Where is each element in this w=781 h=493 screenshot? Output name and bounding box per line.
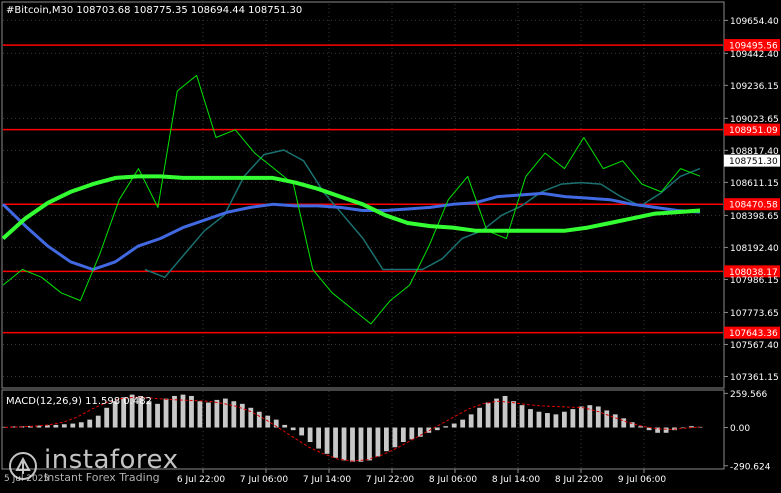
macd-histogram-bar: [443, 426, 449, 428]
macd-histogram-bar: [663, 427, 669, 433]
watermark-tagline: Instant Forex Trading: [44, 471, 160, 484]
macd-histogram-bar: [460, 419, 466, 428]
level-label: 107643.36: [729, 329, 778, 339]
macd-title: MACD(12,26,9) 11.598 0.482: [6, 396, 152, 407]
x-tick-label: 7 Jul 14:00: [303, 475, 352, 485]
macd-histogram-bar: [561, 411, 567, 428]
macd-histogram-bar: [595, 406, 601, 428]
macd-histogram-bar: [638, 426, 644, 428]
y-tick-label: 108611.15: [730, 179, 779, 189]
macd-histogram-bar: [553, 414, 559, 428]
macd-histogram-bar: [87, 419, 93, 428]
watermark: instaforex Instant Forex Trading: [8, 445, 179, 484]
instaforex-logo-icon: [9, 452, 37, 480]
macd-histogram-bar: [307, 427, 313, 442]
macd-histogram-bar: [621, 418, 627, 428]
y-tick-label: 109236.15: [730, 82, 779, 92]
macd-histogram-bar: [612, 414, 618, 428]
y-tick-label: 108192.40: [730, 244, 779, 254]
macd-histogram-bar: [451, 423, 457, 428]
macd-histogram-bar: [604, 410, 610, 428]
series-layer: [1, 74, 701, 325]
chart-title: #Bitcoin,M30 108703.68 108775.35 108694.…: [6, 5, 302, 16]
main-panel-frame: [1, 1, 725, 389]
macd-histogram-bar: [485, 402, 491, 428]
macd-histogram-bar: [206, 402, 211, 428]
macd-histogram-bar: [290, 427, 296, 431]
macd-histogram-bar: [341, 427, 347, 461]
macd-histogram-bar: [61, 424, 67, 428]
macd-histogram-bar: [477, 407, 483, 428]
chart-root: 109495.56 108951.09 108470.58 108038.17 1076…: [0, 0, 781, 489]
macd-histogram-bar: [468, 414, 474, 428]
current-price-label: 108751.30: [729, 157, 778, 167]
y-tick-label: 109023.65: [730, 115, 779, 125]
y-tick-label: 107361.15: [730, 373, 779, 383]
macd-histogram-bar: [375, 427, 381, 457]
macd-histogram-bar: [282, 424, 288, 428]
macd-histogram-bar: [392, 427, 398, 448]
macd-histogram-bar: [256, 411, 262, 428]
macd-histogram-bar: [384, 427, 389, 452]
macd-histogram-bar: [511, 401, 516, 428]
macd-histogram-bar: [222, 398, 228, 428]
macd-y-tick-label: -290.624: [730, 462, 771, 472]
macd-histogram-bar: [155, 403, 160, 428]
macd-histogram-bar: [502, 395, 508, 428]
macd-histogram-bar: [367, 427, 372, 461]
x-tick-label: 8 Jul 22:00: [555, 475, 604, 485]
macd-histogram-bar: [53, 424, 59, 428]
macd-histogram-bar: [528, 409, 533, 428]
macd-histogram-bar: [570, 409, 576, 428]
macd-histogram-bar: [78, 422, 84, 428]
macd-histogram-bar: [409, 427, 415, 440]
y-tick-label: 109442.40: [730, 50, 779, 60]
x-tick-label: 8 Jul 14:00: [492, 475, 541, 485]
macd-histogram-bar: [95, 415, 101, 428]
macd-histogram-bar: [578, 406, 584, 428]
macd-histogram-bar: [214, 399, 220, 428]
macd-histogram-bar: [324, 427, 330, 454]
macd-histogram-bar: [333, 427, 338, 458]
x-tick-label: 6 Jul 22:00: [177, 475, 226, 485]
macd-histogram-bar: [163, 398, 169, 428]
macd-histogram-bar: [519, 405, 525, 428]
time-axis: 6 Jul 22:00 7 Jul 06:00 7 Jul 14:00 7 Jul 2…: [177, 469, 667, 485]
macd-histogram-bar: [434, 427, 440, 431]
y-tick-label: 107773.65: [730, 309, 779, 319]
y-tick-label: 109654.40: [730, 17, 779, 27]
level-label: 108951.09: [729, 126, 778, 136]
macd-histogram-bar: [265, 415, 271, 428]
macd-histogram-bar: [350, 427, 355, 462]
macd-histogram-bar: [197, 401, 203, 428]
macd-histogram-bar: [358, 427, 364, 462]
y-tick-label: 107986.15: [730, 276, 779, 286]
y-tick-label: 107567.40: [730, 341, 779, 351]
watermark-brand: instaforex: [44, 445, 179, 475]
macd-y-tick-label: 0.00: [730, 424, 750, 434]
macd-histogram-bar: [104, 407, 110, 428]
y-tick-label: 108398.65: [730, 212, 779, 222]
x-tick-label: 7 Jul 06:00: [240, 475, 289, 485]
level-label: 108470.58: [729, 201, 778, 211]
chart-svg: 109495.56108951.09108470.58108038.171076…: [1, 1, 780, 485]
x-tick-label: 8 Jul 06:00: [429, 475, 478, 485]
x-tick-label: 7 Jul 22:00: [366, 475, 415, 485]
macd-histogram-bar: [172, 395, 177, 428]
macd-histogram-bar: [536, 411, 542, 428]
x-tick-label: 9 Jul 06:00: [618, 475, 667, 485]
macd-histogram-bar: [299, 427, 305, 436]
macd-y-tick-label: 259.566: [730, 390, 767, 400]
macd-histogram-bar: [70, 423, 76, 428]
macd-histogram-bar: [316, 427, 321, 449]
macd-histogram-bar: [400, 427, 406, 442]
macd-histogram-bar: [545, 413, 550, 428]
macd-histogram-bar: [494, 398, 499, 428]
